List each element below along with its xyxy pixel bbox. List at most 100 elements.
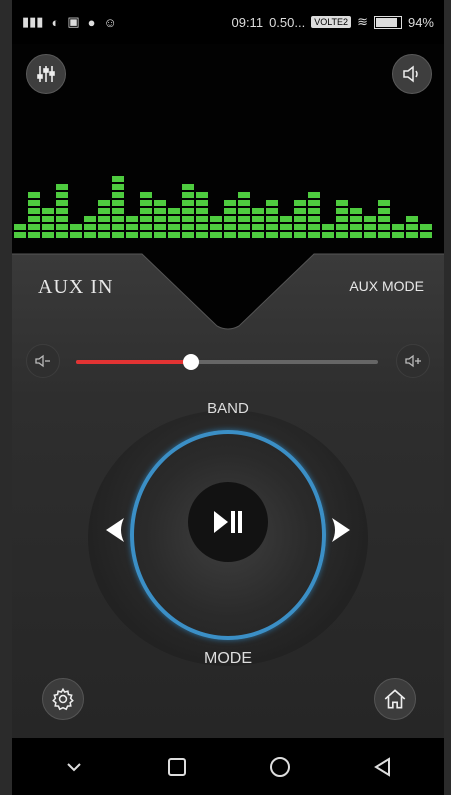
equalizer-icon — [37, 66, 55, 82]
volume-up-button[interactable] — [396, 344, 430, 378]
spectrum-segment — [84, 216, 96, 222]
spectrum-segment — [182, 224, 194, 230]
spectrum-segment — [112, 224, 124, 230]
spectrum-segment — [350, 208, 362, 214]
home-icon — [384, 689, 406, 709]
spectrum-segment — [154, 232, 166, 238]
chevron-down-icon — [66, 762, 81, 771]
volume-down-button[interactable] — [26, 344, 60, 378]
spectrum-segment — [28, 192, 40, 198]
spectrum-segment — [224, 216, 236, 222]
play-pause-button[interactable] — [188, 482, 268, 562]
spectrum-segment — [28, 224, 40, 230]
spectrum-segment — [238, 224, 250, 230]
spectrum-segment — [112, 176, 124, 182]
spectrum-segment — [294, 216, 306, 222]
spectrum-segment — [98, 216, 110, 222]
spectrum-segment — [322, 232, 334, 238]
spectrum-segment — [308, 224, 320, 230]
spectrum-segment — [140, 200, 152, 206]
spectrum-segment — [112, 216, 124, 222]
spectrum-segment — [266, 216, 278, 222]
spectrum-segment — [238, 208, 250, 214]
spectrum-segment — [182, 184, 194, 190]
spectrum-segment — [252, 224, 264, 230]
mode-button[interactable]: MODE — [88, 650, 368, 668]
spectrum-segment — [196, 216, 208, 222]
spectrum-segment — [224, 224, 236, 230]
html5-icon: ▣ — [67, 14, 80, 29]
app-screen: ▮▮▮ ◐ ▣ ● ☺ 09:11 0.50... VOLTE2 ≋ 94% A… — [12, 0, 444, 795]
spectrum-segment — [140, 224, 152, 230]
spectrum-segment — [336, 208, 348, 214]
gear-icon — [52, 687, 74, 711]
spectrum-segment — [224, 200, 236, 206]
spectrum-segment — [168, 232, 180, 238]
next-arrow-icon[interactable] — [330, 516, 354, 544]
spectrum-segment — [378, 208, 390, 214]
volume-down-icon — [35, 354, 50, 368]
previous-arrow-icon[interactable] — [102, 516, 126, 544]
battery-icon — [373, 15, 402, 29]
spectrum-segment — [406, 224, 418, 230]
nav-recents-button[interactable] — [157, 747, 197, 787]
spectrum-segment — [266, 232, 278, 238]
spectrum-segment — [98, 200, 110, 206]
spectrum-segment — [84, 224, 96, 230]
control-knob: BAND MODE — [88, 400, 368, 672]
spectrum-segment — [70, 224, 82, 230]
spectrum-segment — [224, 208, 236, 214]
spectrum-segment — [238, 216, 250, 222]
clock: 09:11 — [231, 14, 264, 30]
status-icons-right: 09:11 0.50... VOLTE2 ≋ 94% — [231, 14, 434, 30]
spectrum-segment — [98, 224, 110, 230]
play-pause-icon — [214, 511, 242, 533]
battery-percent: 94% — [407, 14, 434, 30]
spectrum-segment — [112, 232, 124, 238]
spectrum-segment — [182, 216, 194, 222]
volume-thumb[interactable] — [182, 354, 199, 370]
spectrum-segment — [238, 200, 250, 206]
spectrum-segment — [56, 224, 68, 230]
status-bar: ▮▮▮ ◐ ▣ ● ☺ 09:11 0.50... VOLTE2 ≋ 94% — [12, 0, 444, 44]
source-label: AUX IN — [38, 276, 114, 298]
nav-back-button[interactable] — [363, 747, 403, 787]
band-button[interactable]: BAND — [88, 400, 368, 417]
spectrum-segment — [378, 200, 390, 206]
equalizer-button[interactable] — [26, 54, 66, 94]
status-icons-left: ▮▮▮ ◐ ▣ ● ☺ — [22, 14, 117, 30]
spectrum-segment — [294, 232, 306, 238]
spectrum-segment — [126, 216, 138, 222]
home-button[interactable] — [374, 678, 416, 720]
nav-collapse-button[interactable] — [54, 747, 94, 787]
spectrum-segment — [14, 224, 26, 230]
spectrum-segment — [308, 192, 320, 198]
spectrum-segment — [392, 224, 404, 230]
spectrum-segment — [42, 216, 54, 222]
spectrum-segment — [378, 232, 390, 238]
spectrum-segment — [308, 232, 320, 238]
back-triangle-icon — [373, 756, 390, 777]
spectrum-segment — [56, 232, 68, 238]
spectrum-segment — [98, 208, 110, 214]
spectrum-segment — [364, 224, 376, 230]
spectrum-segment — [294, 208, 306, 214]
speaker-button[interactable] — [392, 54, 432, 94]
volte-badge: VOLTE2 — [311, 16, 352, 28]
spectrum-segment — [56, 192, 68, 198]
spectrum-segment — [350, 232, 362, 238]
settings-button[interactable] — [42, 678, 84, 720]
spectrum-segment — [182, 192, 194, 198]
spectrum-segment — [224, 232, 236, 238]
spectrum-segment — [364, 232, 376, 238]
spectrum-segment — [56, 200, 68, 206]
nav-home-button[interactable] — [260, 747, 300, 787]
volume-slider[interactable] — [76, 354, 378, 370]
spectrum-segment — [112, 200, 124, 206]
signal-icon: ▮▮▮ — [22, 14, 44, 29]
spectrum-segment — [350, 216, 362, 222]
spectrum-segment — [210, 232, 222, 238]
volume-row — [12, 344, 444, 380]
spectrum-segment — [28, 208, 40, 214]
spectrum-segment — [42, 232, 54, 238]
